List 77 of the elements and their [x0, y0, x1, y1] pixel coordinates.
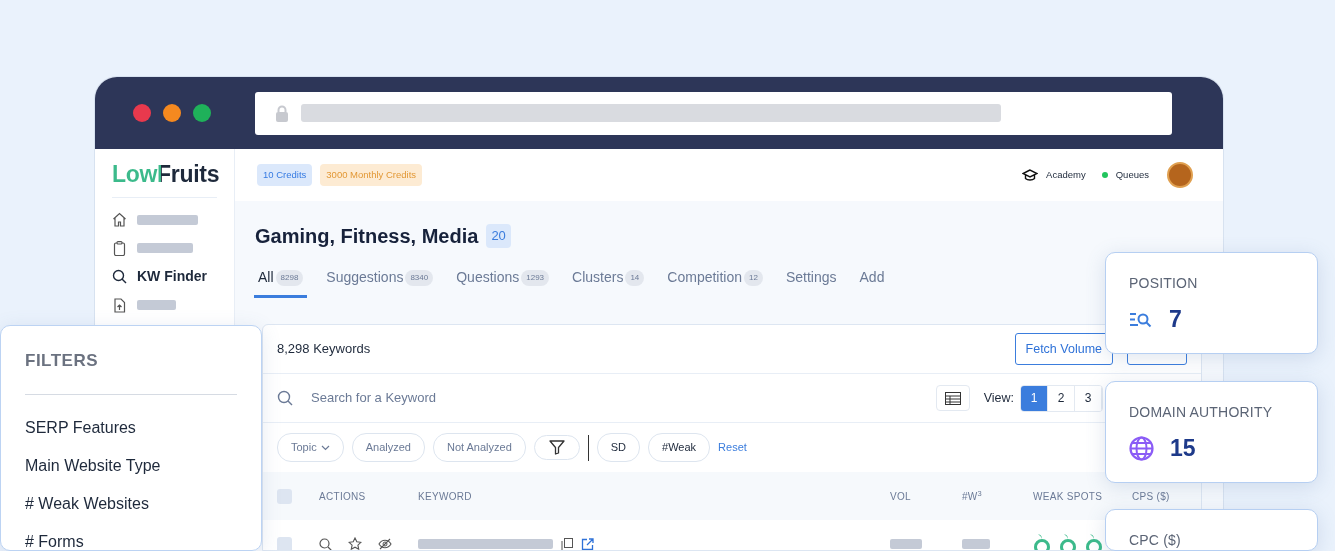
minimize-dot-icon[interactable] [163, 104, 181, 122]
credit-badge: 10 Credits [257, 163, 313, 187]
column-header: VOL [890, 489, 912, 504]
filter-chip[interactable]: Not Analyzed [432, 433, 526, 462]
tab-count: 14 [625, 269, 645, 286]
metric-value: 15 [1170, 434, 1196, 463]
search-icon [277, 390, 293, 406]
file-upload-icon [112, 297, 127, 313]
copy-icon[interactable] [561, 537, 573, 550]
placeholder-bar [962, 539, 990, 549]
nav-link[interactable]: Queues [1115, 167, 1149, 183]
search-icon [112, 269, 127, 285]
fruit-icon [1033, 533, 1051, 550]
nav-link[interactable]: Academy [1046, 167, 1086, 183]
fruit-icon [1085, 533, 1103, 550]
metric-label: POSITION [1129, 274, 1199, 293]
column-header: CPS ($) [1132, 489, 1171, 504]
keyword-total: 8,298 Keywords [277, 340, 371, 359]
project-title: Gaming, Fitness, Media [255, 224, 479, 249]
tab[interactable]: Competition 12 [663, 267, 767, 298]
fetch-volume-button[interactable]: Fetch Volume [1014, 332, 1113, 366]
tab[interactable]: Settings [781, 267, 841, 298]
topic-dropdown[interactable]: Topic [277, 433, 344, 462]
sidebar-link[interactable]: KW Finder [137, 266, 207, 288]
filter-chip[interactable]: SD [596, 433, 641, 462]
table-icon [944, 391, 961, 405]
address-bar[interactable] [255, 91, 1172, 135]
caret-icon [320, 444, 330, 451]
credit-badge: 3000 Monthly Credits [320, 163, 423, 187]
hidden-eye-icon[interactable] [378, 538, 392, 550]
keyword-group-count: 20 [486, 224, 511, 248]
tab[interactable]: Clusters 14 [568, 267, 649, 298]
tab-count: 1293 [521, 269, 550, 286]
close-dot-icon[interactable] [133, 104, 151, 122]
column-header: ACTIONS [319, 489, 367, 504]
tab-count: 12 [744, 269, 763, 286]
fruit-icon [1059, 533, 1077, 550]
list-search-icon [1129, 310, 1153, 328]
tab[interactable]: Add [855, 267, 889, 298]
filter-chip[interactable]: Analyzed [351, 433, 425, 462]
tab[interactable]: All 8298 [254, 267, 308, 298]
filters-title: FILTERS [25, 350, 100, 372]
table-view-button[interactable] [935, 385, 970, 411]
metric-value: 7 [1169, 305, 1182, 334]
external-link-icon[interactable] [581, 537, 594, 550]
checkbox[interactable] [277, 488, 292, 504]
filter-option[interactable]: # Forms [25, 522, 84, 550]
placeholder-bar [890, 539, 922, 549]
maximize-dot-icon[interactable] [193, 104, 211, 122]
search-icon[interactable] [319, 537, 332, 550]
funnel-icon [548, 440, 565, 455]
filter-button[interactable] [533, 435, 580, 460]
globe-icon [1129, 435, 1154, 461]
tab[interactable]: Suggestions 8340 [322, 267, 438, 298]
graduation-cap-icon [1022, 168, 1039, 182]
avatar[interactable] [1167, 162, 1193, 188]
lock-icon [275, 104, 289, 122]
home-icon [112, 212, 127, 228]
column-header: #W$^{3}$ [962, 488, 984, 504]
view-label: View: [983, 389, 1014, 407]
filter-option[interactable]: SERP Features [25, 408, 136, 447]
tab-count: 8340 [405, 269, 434, 286]
column-header: KEYWORD [418, 489, 473, 504]
filter-option[interactable]: # Weak Websites [25, 484, 149, 523]
tab-count: 8298 [275, 269, 304, 286]
reset-link[interactable]: Reset [718, 439, 747, 456]
metric-label: CPC ($) [1129, 531, 1182, 550]
filter-option[interactable]: Main Website Type [25, 446, 161, 485]
metric-label: DOMAIN AUTHORITY [1129, 403, 1274, 422]
view-option[interactable]: 1 [1021, 385, 1048, 411]
column-header: WEAK SPOTS [1033, 489, 1104, 504]
star-icon[interactable] [348, 537, 362, 550]
checkbox[interactable] [277, 536, 292, 550]
keyword-search-field[interactable]: Search for a Keyword [309, 387, 920, 409]
tab[interactable]: Questions 1293 [452, 267, 554, 298]
clipboard-icon [112, 240, 127, 256]
filter-chip[interactable]: #Weak [648, 433, 711, 462]
